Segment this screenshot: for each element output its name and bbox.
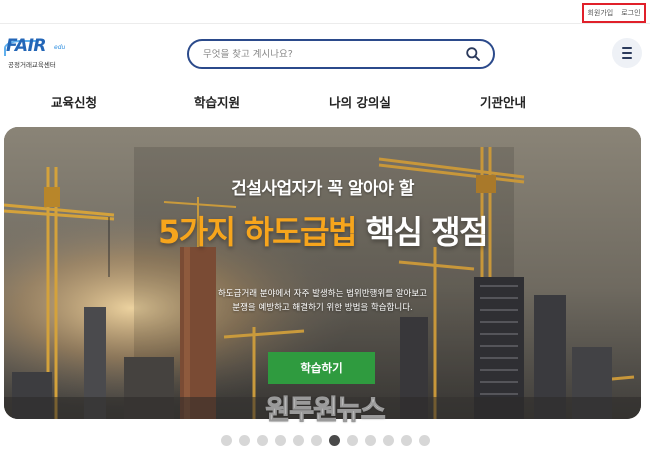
hero-title-rest: 핵심 쟁점 (365, 213, 489, 251)
hamburger-bar (622, 52, 632, 54)
carousel-dot[interactable] (346, 435, 358, 446)
hero-banner[interactable]: 건설사업자가 꼭 알아야 할 5가지 하도급법 핵심 쟁점 하도급거래 분야에서… (4, 127, 641, 419)
hero-description-line: 분쟁을 예방하고 해결하기 위한 방법을 학습합니다. (232, 303, 413, 313)
nav-item-my-classroom[interactable]: 나의 강의실 (329, 92, 391, 111)
hero-content: 건설사업자가 꼭 알아야 할 5가지 하도급법 핵심 쟁점 하도급거래 분야에서… (4, 127, 641, 419)
signup-link[interactable]: 회원가입 (587, 8, 613, 18)
account-links: 회원가입 로그인 (582, 3, 646, 23)
hero-title: 5가지 하도급법 핵심 쟁점 (4, 207, 641, 253)
carousel-dot[interactable] (274, 435, 286, 446)
hero-subtitle: 건설사업자가 꼭 알아야 할 (231, 179, 414, 199)
logo-subtitle: 공정거래교육센터 (8, 61, 56, 69)
carousel-dot[interactable] (364, 435, 376, 446)
nav-item-course-apply[interactable]: 교육신청 (51, 92, 97, 111)
nav-item-about[interactable]: 기관안내 (480, 92, 526, 111)
search-bar (187, 39, 495, 69)
start-learning-button[interactable]: 학습하기 (268, 352, 375, 384)
carousel-dot[interactable] (238, 435, 250, 446)
search-icon[interactable] (465, 46, 481, 62)
hamburger-bar (622, 57, 632, 59)
carousel-dot[interactable] (328, 435, 340, 446)
carousel-dot[interactable] (382, 435, 394, 446)
utility-bar: 회원가입 로그인 (0, 0, 650, 24)
nav-item-learning-support[interactable]: 학습지원 (194, 92, 240, 111)
carousel-dot[interactable] (292, 435, 304, 446)
site-logo[interactable]: FAIR edu 공정거래교육센터 (4, 36, 76, 70)
login-link[interactable]: 로그인 (621, 8, 640, 18)
carousel-pager (0, 435, 650, 446)
logo-wordmark: FAIR (6, 36, 47, 56)
carousel-dot[interactable] (400, 435, 412, 446)
hero-description-line: 하도급거래 분야에서 자주 발생하는 법위반행위를 알아보고 (217, 289, 427, 299)
hero-description: 하도급거래 분야에서 자주 발생하는 법위반행위를 알아보고 분쟁을 예방하고 … (4, 287, 641, 315)
carousel-dot[interactable] (256, 435, 268, 446)
logo-edu-mark: edu (54, 44, 66, 51)
carousel-dot[interactable] (220, 435, 232, 446)
news-watermark: 원투원뉴스 (265, 395, 386, 427)
main-nav: 교육신청 학습지원 나의 강의실 기관안내 (0, 92, 650, 116)
carousel-dot[interactable] (418, 435, 430, 446)
hero-title-highlight: 5가지 하도급법 (157, 213, 358, 251)
hamburger-bar (622, 47, 632, 49)
carousel-dot[interactable] (310, 435, 322, 446)
hamburger-menu-button[interactable] (612, 38, 642, 68)
search-input[interactable] (203, 48, 465, 60)
